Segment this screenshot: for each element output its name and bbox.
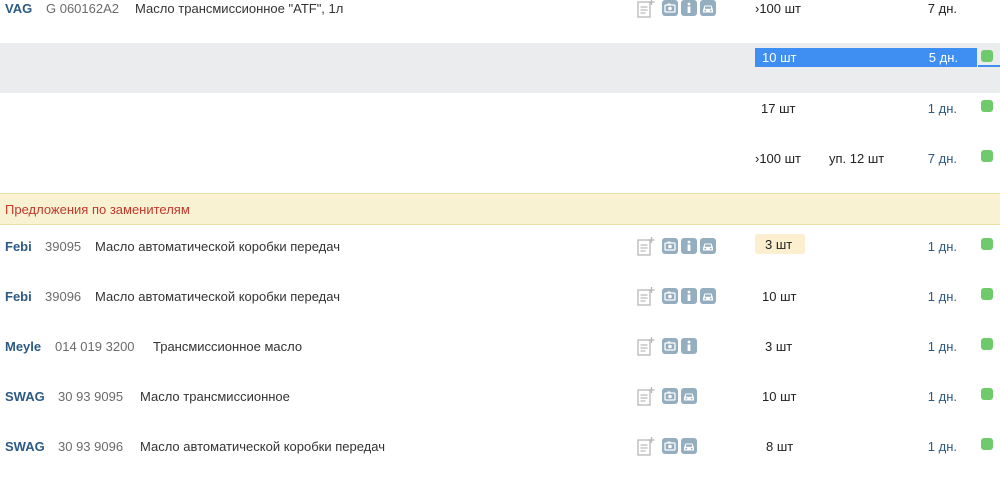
part-code[interactable]: 39096 — [45, 289, 81, 304]
car-icon[interactable] — [681, 438, 697, 454]
replacement-row: SWAG 30 93 9096 Масло автоматической кор… — [0, 437, 1000, 488]
stock-quantity: ›100 шт — [755, 151, 802, 166]
delivery-days: 1 дн. — [927, 239, 957, 254]
part-code[interactable]: 39095 — [45, 239, 81, 254]
section-title: Предложения по заменителям — [5, 202, 190, 217]
info-icon[interactable] — [681, 238, 697, 254]
delivery-days: 5 дн. — [928, 50, 958, 65]
delivery-days: 1 дн. — [927, 389, 957, 404]
status-dot — [981, 50, 993, 62]
offer-row[interactable]: 17 шт 1 дн. — [0, 100, 1000, 150]
delivery-days: 1 дн. — [927, 339, 957, 354]
stock-quantity-badge: 3 шт — [755, 234, 805, 254]
photo-icon[interactable] — [662, 338, 678, 354]
part-code[interactable]: 30 93 9095 — [58, 389, 123, 404]
stock-quantity: 3 шт — [765, 339, 793, 354]
replacement-row: Febi 39095 Масло автоматической коробки … — [0, 234, 1000, 288]
add-note-icon[interactable] — [637, 387, 655, 407]
offer-row-selected[interactable]: 10 шт 5 дн. — [755, 48, 977, 67]
add-note-icon[interactable] — [637, 287, 655, 307]
delivery-days: 1 дн. — [927, 101, 957, 116]
status-indicator — [978, 48, 1000, 67]
car-icon[interactable] — [681, 388, 697, 404]
photo-icon[interactable] — [662, 388, 678, 404]
delivery-days: 1 дн. — [927, 289, 957, 304]
add-note-icon[interactable] — [637, 0, 655, 19]
car-icon[interactable] — [700, 238, 716, 254]
info-icon[interactable] — [681, 288, 697, 304]
status-indicator — [981, 100, 993, 112]
replacement-row: Meyle 014 019 3200 Трансмиссионное масло… — [0, 337, 1000, 388]
part-description: Масло автоматической коробки передач — [95, 289, 340, 304]
photo-icon[interactable] — [662, 288, 678, 304]
info-icon[interactable] — [681, 0, 697, 16]
add-note-icon[interactable] — [637, 437, 655, 457]
car-icon[interactable] — [700, 0, 716, 16]
brand-link[interactable]: Febi — [5, 239, 32, 254]
part-description: Масло трансмиссионное — [140, 389, 290, 404]
photo-icon[interactable] — [662, 438, 678, 454]
car-icon[interactable] — [700, 288, 716, 304]
delivery-days: 7 дн. — [927, 1, 957, 16]
replacement-row: SWAG 30 93 9095 Масло трансмиссионное 10… — [0, 387, 1000, 438]
stock-quantity: 10 шт — [762, 289, 797, 304]
brand-link[interactable]: SWAG — [5, 439, 45, 454]
status-indicator — [981, 338, 993, 350]
info-icon[interactable] — [681, 338, 697, 354]
stock-quantity: 17 шт — [761, 101, 796, 116]
replacement-row: Febi 39096 Масло автоматической коробки … — [0, 287, 1000, 338]
part-description: Трансмиссионное масло — [153, 339, 303, 354]
brand-link[interactable]: SWAG — [5, 389, 45, 404]
delivery-days: 7 дн. — [927, 151, 957, 166]
status-indicator — [981, 238, 993, 250]
brand-link[interactable]: VAG — [5, 1, 32, 16]
status-indicator — [981, 438, 993, 450]
brand-link[interactable]: Meyle — [5, 339, 41, 354]
part-description: Масло автоматической коробки передач — [140, 439, 385, 454]
part-description: Масло автоматической коробки передач — [95, 239, 340, 254]
stock-quantity: ›100 шт — [755, 1, 802, 16]
replacements-section-header: Предложения по заменителям — [0, 193, 1000, 225]
part-code[interactable]: G 060162A2 — [46, 1, 119, 16]
part-code[interactable]: 014 019 3200 — [55, 339, 135, 354]
brand-link[interactable]: Febi — [5, 289, 32, 304]
status-indicator — [981, 288, 993, 300]
add-note-icon[interactable] — [637, 237, 655, 257]
packing-info: уп. 12 шт — [829, 151, 885, 166]
photo-icon[interactable] — [662, 0, 678, 16]
part-description: Масло трансмиссионное "ATF", 1л — [135, 1, 344, 16]
status-indicator — [981, 150, 993, 162]
stock-quantity: 10 шт — [762, 50, 797, 65]
status-indicator — [981, 388, 993, 400]
part-code[interactable]: 30 93 9096 — [58, 439, 123, 454]
stock-quantity: 8 шт — [766, 439, 794, 454]
add-note-icon[interactable] — [637, 337, 655, 357]
stock-quantity: 10 шт — [762, 389, 797, 404]
delivery-days: 1 дн. — [927, 439, 957, 454]
stock-quantity: 3 шт — [765, 237, 793, 252]
photo-icon[interactable] — [662, 238, 678, 254]
